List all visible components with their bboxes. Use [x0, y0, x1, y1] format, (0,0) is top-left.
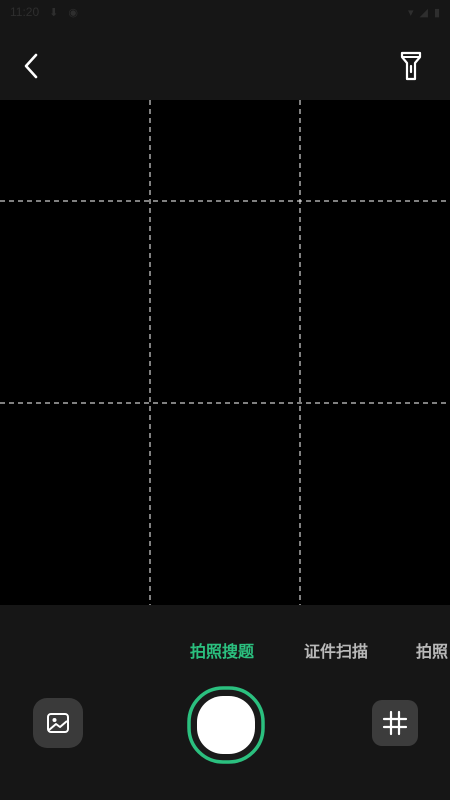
grid-toggle-button[interactable] — [372, 700, 418, 746]
flashlight-button[interactable] — [394, 46, 428, 86]
app-icon: ◉ — [68, 6, 78, 19]
grid-icon — [382, 710, 408, 736]
camera-viewfinder[interactable] — [0, 100, 450, 605]
battery-icon: ▮ — [433, 6, 440, 19]
chevron-left-icon — [24, 53, 38, 79]
download-icon: ⬇ — [49, 6, 59, 19]
grid-overlay — [0, 100, 450, 605]
image-icon — [47, 713, 69, 733]
signal-icon: ◢ — [419, 6, 428, 19]
mode-tab-photo[interactable]: 拍照 — [416, 638, 448, 662]
flashlight-icon — [400, 51, 422, 81]
gallery-button[interactable] — [33, 698, 83, 748]
back-button[interactable] — [14, 46, 48, 86]
status-bar: 11:20 ⬇ ◉ ▾ ◢ ▮ — [0, 0, 450, 24]
mode-tab-photo-search[interactable]: 拍照搜题 — [190, 638, 254, 662]
top-bar — [0, 24, 450, 100]
wifi-icon: ▾ — [407, 6, 414, 19]
mode-tabs: 拍照搜题 证件扫描 拍照 — [0, 632, 450, 666]
mode-tab-id-scan[interactable]: 证件扫描 — [304, 638, 368, 662]
shutter-icon — [187, 686, 265, 764]
shutter-button[interactable] — [187, 686, 265, 764]
status-time: 11:20 — [10, 5, 40, 19]
